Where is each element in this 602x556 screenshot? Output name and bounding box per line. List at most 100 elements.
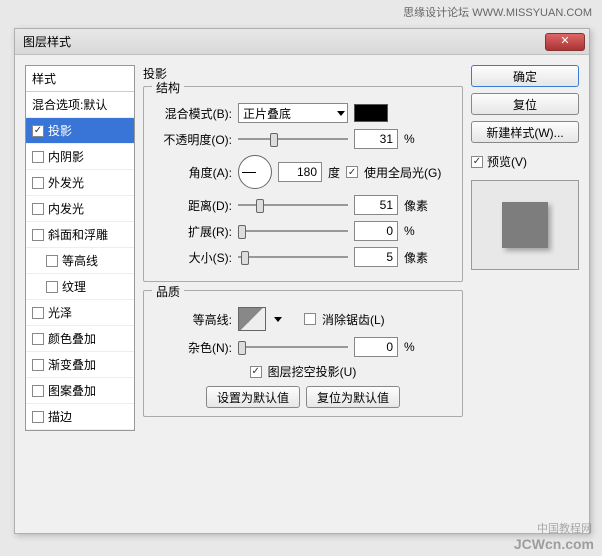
layer-style-dialog: 图层样式 ✕ 样式 混合选项:默认 投影 内阴影 外发光 xyxy=(14,28,590,534)
checkbox-icon[interactable] xyxy=(46,281,58,293)
preview-swatch xyxy=(502,202,548,248)
style-item-pattern-overlay[interactable]: 图案叠加 xyxy=(26,378,134,404)
style-item-inner-glow[interactable]: 内发光 xyxy=(26,196,134,222)
style-item-bevel[interactable]: 斜面和浮雕 xyxy=(26,222,134,248)
angle-dial[interactable] xyxy=(238,155,272,189)
blend-options-row[interactable]: 混合选项:默认 xyxy=(26,92,134,118)
style-label: 光泽 xyxy=(48,304,72,321)
watermark-top: 思缘设计论坛 WWW.MISSYUAN.COM xyxy=(0,0,602,22)
antialias-checkbox[interactable] xyxy=(304,313,316,325)
opacity-input[interactable]: 31 xyxy=(354,129,398,149)
styles-header[interactable]: 样式 xyxy=(26,66,134,92)
unit-px: 像素 xyxy=(404,249,432,266)
spread-slider[interactable] xyxy=(238,223,348,239)
quality-legend: 品质 xyxy=(152,283,184,300)
checkbox-icon[interactable] xyxy=(32,307,44,319)
blend-mode-select[interactable]: 正片叠底 xyxy=(238,103,348,123)
checkbox-icon[interactable] xyxy=(32,177,44,189)
preview-label: 预览(V) xyxy=(487,153,527,170)
noise-label: 杂色(N): xyxy=(152,339,232,356)
knockout-checkbox[interactable] xyxy=(250,366,262,378)
global-light-checkbox[interactable] xyxy=(346,166,358,178)
style-item-outer-glow[interactable]: 外发光 xyxy=(26,170,134,196)
unit-degree: 度 xyxy=(328,164,340,181)
distance-slider[interactable] xyxy=(238,197,348,213)
unit-px: 像素 xyxy=(404,197,432,214)
style-label: 斜面和浮雕 xyxy=(48,226,108,243)
size-slider[interactable] xyxy=(238,249,348,265)
contour-picker[interactable] xyxy=(238,307,266,331)
global-light-label: 使用全局光(G) xyxy=(364,164,441,181)
preview-box xyxy=(471,180,579,270)
styles-panel: 样式 混合选项:默认 投影 内阴影 外发光 内发光 xyxy=(25,65,135,431)
dialog-title: 图层样式 xyxy=(23,33,71,50)
style-item-color-overlay[interactable]: 颜色叠加 xyxy=(26,326,134,352)
style-label: 图案叠加 xyxy=(48,382,96,399)
style-label: 颜色叠加 xyxy=(48,330,96,347)
set-default-button[interactable]: 设置为默认值 xyxy=(206,386,300,408)
opacity-label: 不透明度(O): xyxy=(152,131,232,148)
opacity-slider[interactable] xyxy=(238,131,348,147)
noise-input[interactable]: 0 xyxy=(354,337,398,357)
style-label: 内发光 xyxy=(48,200,84,217)
chevron-down-icon xyxy=(337,111,345,116)
style-label: 描边 xyxy=(48,408,72,425)
preview-checkbox[interactable] xyxy=(471,156,483,168)
style-label: 外发光 xyxy=(48,174,84,191)
watermark-cn: 中国教程网 xyxy=(537,520,592,536)
contour-label: 等高线: xyxy=(152,311,232,328)
right-panel: 确定 复位 新建样式(W)... 预览(V) xyxy=(471,65,579,431)
style-item-texture[interactable]: 纹理 xyxy=(26,274,134,300)
settings-panel: 投影 结构 混合模式(B): 正片叠底 不透明度(O): xyxy=(143,65,463,431)
close-button[interactable]: ✕ xyxy=(545,33,585,51)
unit-percent: % xyxy=(404,132,432,146)
size-input[interactable]: 5 xyxy=(354,247,398,267)
chevron-down-icon[interactable] xyxy=(274,317,282,322)
style-label: 内阴影 xyxy=(48,148,84,165)
style-label: 投影 xyxy=(48,122,72,139)
size-label: 大小(S): xyxy=(152,249,232,266)
quality-group: 品质 等高线: 消除锯齿(L) 杂色(N): 0 % xyxy=(143,290,463,417)
style-item-satin[interactable]: 光泽 xyxy=(26,300,134,326)
checkbox-icon[interactable] xyxy=(32,359,44,371)
checkbox-icon[interactable] xyxy=(32,411,44,423)
structure-legend: 结构 xyxy=(152,79,184,96)
noise-slider[interactable] xyxy=(238,339,348,355)
knockout-label: 图层挖空投影(U) xyxy=(268,363,357,380)
blend-mode-label: 混合模式(B): xyxy=(152,105,232,122)
style-item-contour[interactable]: 等高线 xyxy=(26,248,134,274)
angle-input[interactable]: 180 xyxy=(278,162,322,182)
structure-group: 结构 混合模式(B): 正片叠底 不透明度(O): 31 % xyxy=(143,86,463,282)
style-item-inner-shadow[interactable]: 内阴影 xyxy=(26,144,134,170)
color-swatch[interactable] xyxy=(354,104,388,122)
title-bar: 图层样式 ✕ xyxy=(15,29,589,55)
distance-label: 距离(D): xyxy=(152,197,232,214)
unit-percent: % xyxy=(404,340,432,354)
style-item-gradient-overlay[interactable]: 渐变叠加 xyxy=(26,352,134,378)
section-title: 投影 xyxy=(143,65,463,82)
checkbox-icon[interactable] xyxy=(32,333,44,345)
style-label: 渐变叠加 xyxy=(48,356,96,373)
spread-label: 扩展(R): xyxy=(152,223,232,240)
style-item-drop-shadow[interactable]: 投影 xyxy=(26,118,134,144)
ok-button[interactable]: 确定 xyxy=(471,65,579,87)
checkbox-icon[interactable] xyxy=(32,203,44,215)
reset-button[interactable]: 复位 xyxy=(471,93,579,115)
unit-percent: % xyxy=(404,224,432,238)
style-item-stroke[interactable]: 描边 xyxy=(26,404,134,430)
new-style-button[interactable]: 新建样式(W)... xyxy=(471,121,579,143)
antialias-label: 消除锯齿(L) xyxy=(322,311,385,328)
angle-label: 角度(A): xyxy=(152,164,232,181)
checkbox-icon[interactable] xyxy=(32,125,44,137)
style-label: 纹理 xyxy=(62,278,86,295)
reset-default-button[interactable]: 复位为默认值 xyxy=(306,386,400,408)
blend-mode-value: 正片叠底 xyxy=(243,105,291,122)
style-label: 等高线 xyxy=(62,252,98,269)
checkbox-icon[interactable] xyxy=(32,151,44,163)
checkbox-icon[interactable] xyxy=(32,229,44,241)
distance-input[interactable]: 51 xyxy=(354,195,398,215)
checkbox-icon[interactable] xyxy=(46,255,58,267)
watermark-url: JCWcn.com xyxy=(514,536,594,552)
spread-input[interactable]: 0 xyxy=(354,221,398,241)
checkbox-icon[interactable] xyxy=(32,385,44,397)
